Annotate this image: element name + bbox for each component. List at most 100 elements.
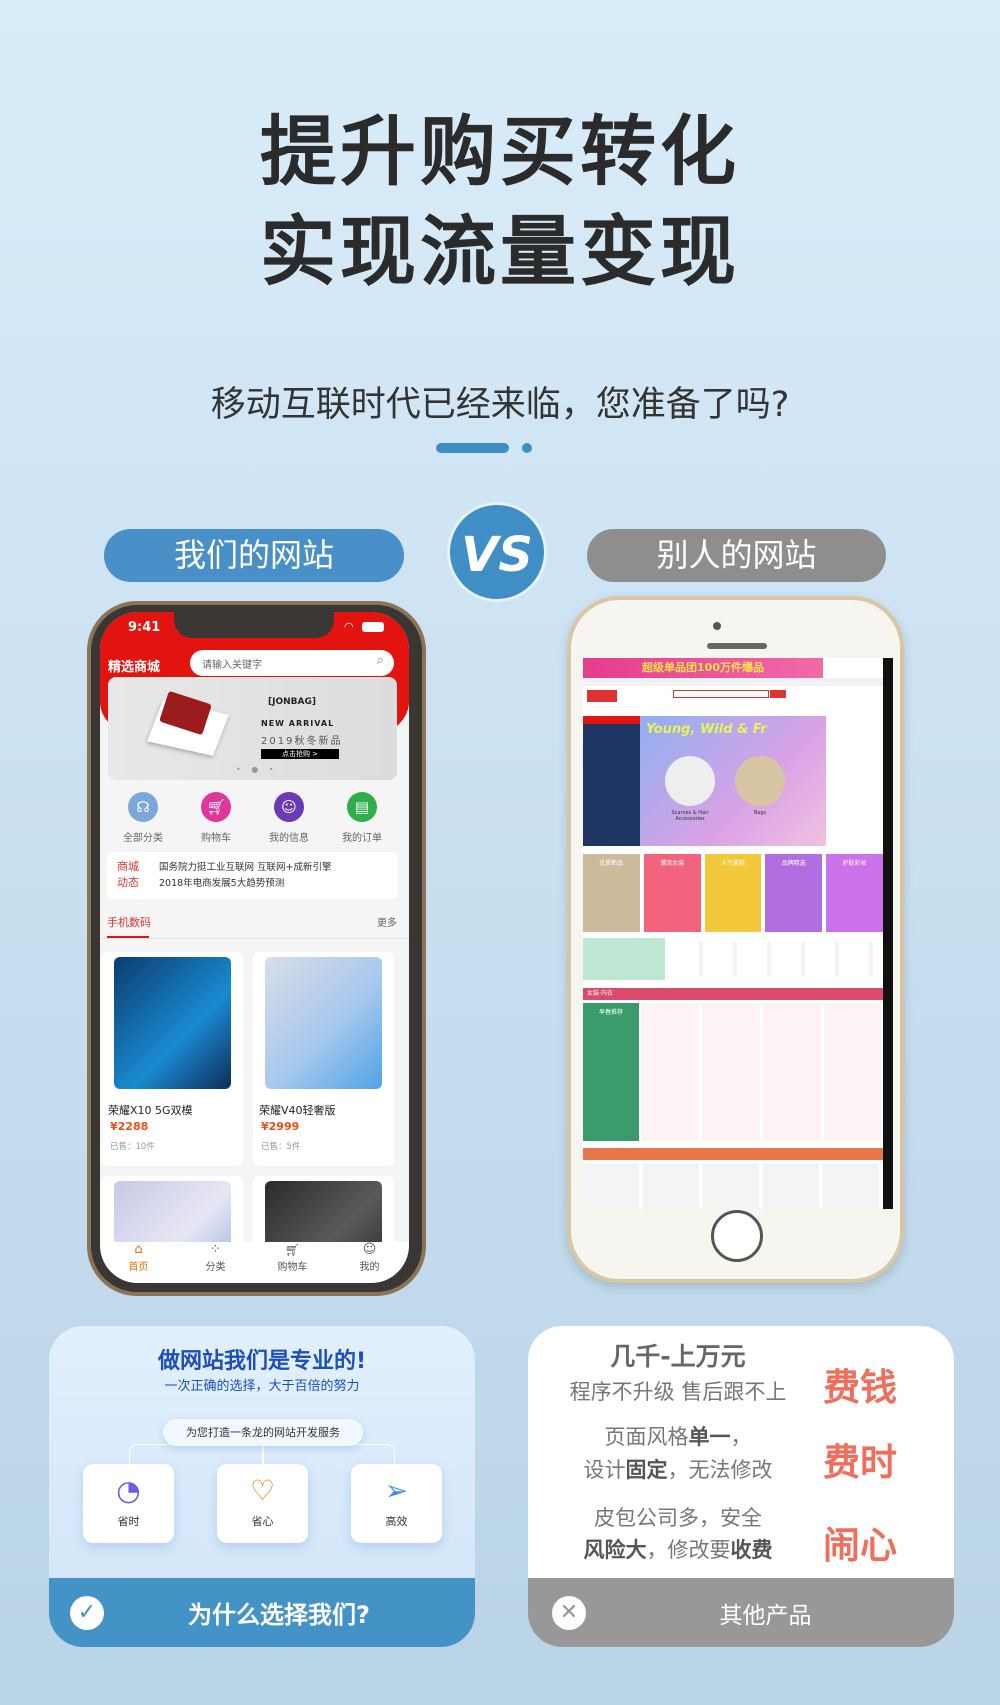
section-tab[interactable]: 手机数码 xyxy=(107,914,151,930)
check-icon: ✓ xyxy=(70,1596,104,1630)
product-card[interactable]: 荣耀V40轻奢版 ¥2999 已售：5件 xyxy=(253,952,394,1166)
headset-icon: ☊ xyxy=(128,792,158,822)
category-tiles: 优质新品 潮流女装 人气美鞋 品牌精选 护肤彩妆 xyxy=(583,854,883,932)
quick-link-label: 我的信息 xyxy=(269,833,309,844)
service-pill: 为您打造一条龙的网站开发服务 xyxy=(163,1419,363,1446)
status-time: 9:41 xyxy=(128,620,161,635)
feature-efficient: ➢ 高效 xyxy=(351,1464,442,1543)
tab-cart[interactable]: 🛒︎ 购物车 xyxy=(254,1242,331,1283)
close-icon: ✕ xyxy=(552,1596,586,1630)
news-list: 国务院力挺工业互联网 互联网+成新引擎 2018年电商发展5大趋势预测 xyxy=(159,860,331,892)
home-button[interactable] xyxy=(711,1210,763,1262)
hero-item-label: Scarves & Hair Accessories xyxy=(671,810,709,822)
hero-item-image xyxy=(665,756,715,806)
cost-detail: 程序不升级 售后跟不上 xyxy=(569,1380,787,1404)
theirs-card-footer[interactable]: ✕ 其他产品 xyxy=(528,1578,954,1647)
topbar xyxy=(583,678,883,686)
divider-dot xyxy=(522,443,532,453)
design-line: 设计固定，无法修改 xyxy=(583,1458,773,1482)
quick-link-label: 我的订单 xyxy=(342,833,382,844)
fashion-grid[interactable] xyxy=(641,1003,883,1141)
site-search[interactable] xyxy=(673,690,769,698)
category-tile[interactable]: 优质新品 xyxy=(583,854,640,932)
section-header-luggage xyxy=(583,1148,883,1160)
verdict-time: 费时 xyxy=(823,1441,897,1484)
hero-item-image xyxy=(735,756,785,806)
tab-mine[interactable]: ☺ 我的 xyxy=(331,1242,408,1283)
category-tile[interactable]: 护肤彩妆 xyxy=(826,854,883,932)
banner-brand: [JONBAG] xyxy=(268,697,316,707)
hero-banner[interactable]: Young, Wild & Fr Scarves & Hair Accessor… xyxy=(640,716,826,846)
feature-save-time: ◔ 省时 xyxy=(83,1464,174,1543)
banner-cta[interactable]: 点击抢购 > xyxy=(261,749,339,759)
more-link[interactable]: 更多 xyxy=(377,914,397,929)
top-banner[interactable]: 超级单品团100万件爆品 xyxy=(583,658,823,678)
verdict-worry: 闹心 xyxy=(823,1524,897,1567)
category-menu[interactable] xyxy=(583,716,640,846)
ours-card-subtitle: 一次正确的选择，大于百倍的努力 xyxy=(164,1379,360,1394)
product-image xyxy=(114,957,231,1089)
news-tag: 商城 动态 xyxy=(117,860,139,889)
search-placeholder: 请输入关键字 xyxy=(202,660,262,671)
category-tile[interactable]: 潮流女装 xyxy=(643,854,701,932)
category-tile[interactable]: 品牌精选 xyxy=(765,854,823,932)
brand-logos[interactable] xyxy=(669,942,879,976)
luggage-row[interactable] xyxy=(583,1163,883,1209)
tab-category[interactable]: ⁘ 分类 xyxy=(177,1242,254,1283)
speaker xyxy=(707,643,767,649)
risk-detail: 风险大，修改要收费 xyxy=(583,1538,773,1562)
verdict-money: 费钱 xyxy=(823,1366,897,1409)
quick-link-label: 全部分类 xyxy=(123,833,163,844)
product-card[interactable]: 荣耀X10 5G双模 ¥2288 已售：10件 xyxy=(102,952,243,1166)
divider-bar xyxy=(436,443,509,453)
featured-tile[interactable]: 早春推荐 xyxy=(583,1003,639,1141)
cart-icon: 🛒︎ xyxy=(284,1243,301,1257)
home-icon: ⌂ xyxy=(134,1242,143,1257)
hero-title: Young, Wild & Fr xyxy=(646,722,767,737)
promo-banner[interactable]: [JONBAG] NEW ARRIVAL 2019秋冬新品 点击抢购 > • ●… xyxy=(108,677,397,780)
ours-card-footer[interactable]: ✓ 为什么选择我们? xyxy=(49,1578,475,1647)
their-phone-screen: 超级单品团100万件爆品 Young, Wild & Fr Scarves & … xyxy=(583,658,893,1209)
news-item[interactable]: 2018年电商发展5大趋势预测 xyxy=(159,876,331,892)
ours-card-title: 做网站我们是专业的! xyxy=(157,1349,367,1374)
style-line: 页面风格单一， xyxy=(604,1425,752,1449)
scrollbar[interactable] xyxy=(883,658,893,1209)
tab-home[interactable]: ⌂ 首页 xyxy=(100,1242,177,1283)
search-button[interactable] xyxy=(770,690,786,698)
news-box: 商城 动态 国务院力挺工业互联网 互联网+成新引擎 2018年电商发展5大趋势预测 xyxy=(107,852,398,899)
product-sold: 已售：10件 xyxy=(110,1142,155,1152)
why-us-label: 为什么选择我们? xyxy=(188,1601,370,1629)
headline-line1: 提升购买转化 xyxy=(260,107,740,196)
carousel-dots[interactable]: • ● • xyxy=(236,765,278,774)
quick-link-label: 购物车 xyxy=(201,833,231,844)
logo xyxy=(587,690,617,702)
search-icon[interactable]: ⌕ xyxy=(377,653,384,668)
section-header: 女装·内衣 xyxy=(583,988,883,1000)
search-input[interactable]: 请输入关键字 ⌕ xyxy=(190,650,394,676)
product-price: ¥2999 xyxy=(261,1120,300,1133)
tab-bar: ⌂ 首页 ⁘ 分类 🛒︎ 购物车 ☺ 我的 xyxy=(100,1242,409,1283)
headline-line2: 实现流量变现 xyxy=(260,207,740,296)
user-icon: ☺ xyxy=(362,1242,377,1257)
hero-item-label: Bags xyxy=(753,810,767,816)
product-price: ¥2288 xyxy=(110,1120,149,1133)
clock-icon: ◔ xyxy=(116,1474,141,1507)
order-icon: ▤ xyxy=(347,792,377,822)
vs-badge: VS xyxy=(447,502,547,602)
wifi-icon: ◠ xyxy=(344,620,354,633)
subtitle: 移动互联时代已经来临，您准备了吗? xyxy=(210,385,790,425)
category-tile[interactable]: 人气美鞋 xyxy=(704,854,762,932)
theirs-label: 别人的网站 xyxy=(587,529,886,582)
banner-sub: 2019秋冬新品 xyxy=(261,736,343,747)
category-header xyxy=(583,716,640,724)
paper-plane-icon: ➢ xyxy=(384,1474,409,1507)
product-image xyxy=(265,957,382,1089)
cost-line: 几千-上万元 xyxy=(610,1342,746,1371)
feature-peace: ♡ 省心 xyxy=(217,1464,308,1543)
product-sold: 已售：5件 xyxy=(261,1142,301,1152)
promo-tile[interactable] xyxy=(583,938,665,980)
camera xyxy=(713,622,721,630)
shop-title: 精选商城 xyxy=(108,660,161,675)
news-item[interactable]: 国务院力挺工业互联网 互联网+成新引擎 xyxy=(159,860,331,876)
battery-icon xyxy=(362,622,384,632)
